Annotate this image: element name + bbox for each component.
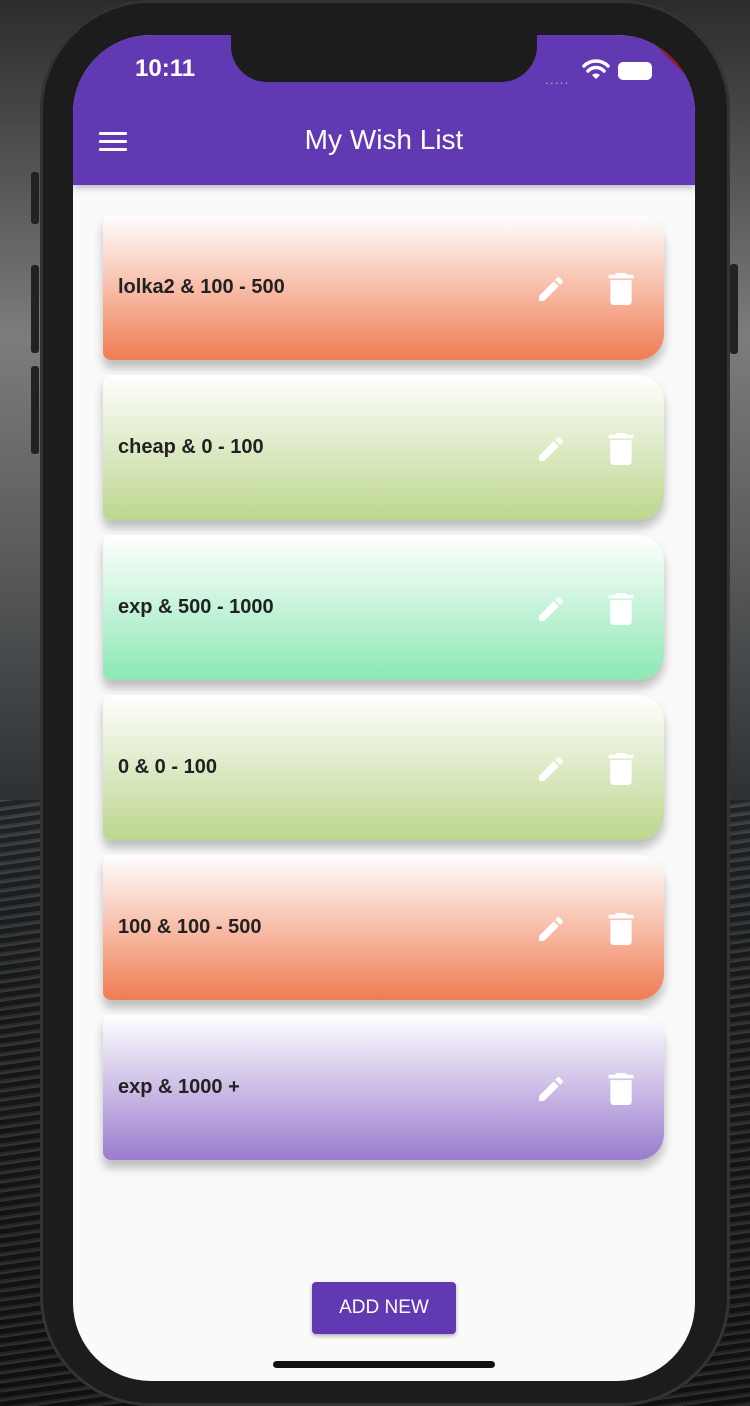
wifi-icon <box>582 59 610 79</box>
edit-icon[interactable] <box>535 593 567 625</box>
delete-icon[interactable] <box>608 273 634 305</box>
edit-icon[interactable] <box>535 433 567 465</box>
notch <box>231 35 537 82</box>
wish-item-card[interactable]: exp & 1000 + <box>103 1015 664 1160</box>
wish-item-card[interactable]: lolka2 & 100 - 500 <box>103 215 664 360</box>
delete-icon[interactable] <box>608 753 634 785</box>
status-time: 10:11 <box>135 55 196 82</box>
add-new-button[interactable]: ADD NEW <box>312 1282 456 1334</box>
wish-item-card[interactable]: 100 & 100 - 500 <box>103 855 664 1000</box>
wish-item-label: exp & 500 - 1000 <box>118 596 274 618</box>
battery-icon <box>618 62 652 80</box>
wish-item-label: cheap & 0 - 100 <box>118 436 264 458</box>
wish-item-card[interactable]: cheap & 0 - 100 <box>103 375 664 520</box>
delete-icon[interactable] <box>608 433 634 465</box>
wish-item-label: exp & 1000 + <box>118 1076 240 1098</box>
app-screen: 10:11 ..... DEBUG My Wish List lolka2 & … <box>73 35 695 1381</box>
delete-icon[interactable] <box>608 913 634 945</box>
wish-list: lolka2 & 100 - 500 cheap & 0 - 100 exp & 5… <box>103 215 664 1175</box>
wish-item-label: 0 & 0 - 100 <box>118 756 217 778</box>
edit-icon[interactable] <box>535 1073 567 1105</box>
wish-item-label: lolka2 & 100 - 500 <box>118 276 285 298</box>
edit-icon[interactable] <box>535 913 567 945</box>
signal-icon: ..... <box>545 71 570 87</box>
edit-icon[interactable] <box>535 273 567 305</box>
edit-icon[interactable] <box>535 753 567 785</box>
wish-item-label: 100 & 100 - 500 <box>118 916 262 938</box>
page-title: My Wish List <box>304 124 464 155</box>
delete-icon[interactable] <box>608 1073 634 1105</box>
home-indicator <box>273 1361 495 1368</box>
delete-icon[interactable] <box>608 593 634 625</box>
wish-item-card[interactable]: 0 & 0 - 100 <box>103 695 664 840</box>
wish-item-card[interactable]: exp & 500 - 1000 <box>103 535 664 680</box>
